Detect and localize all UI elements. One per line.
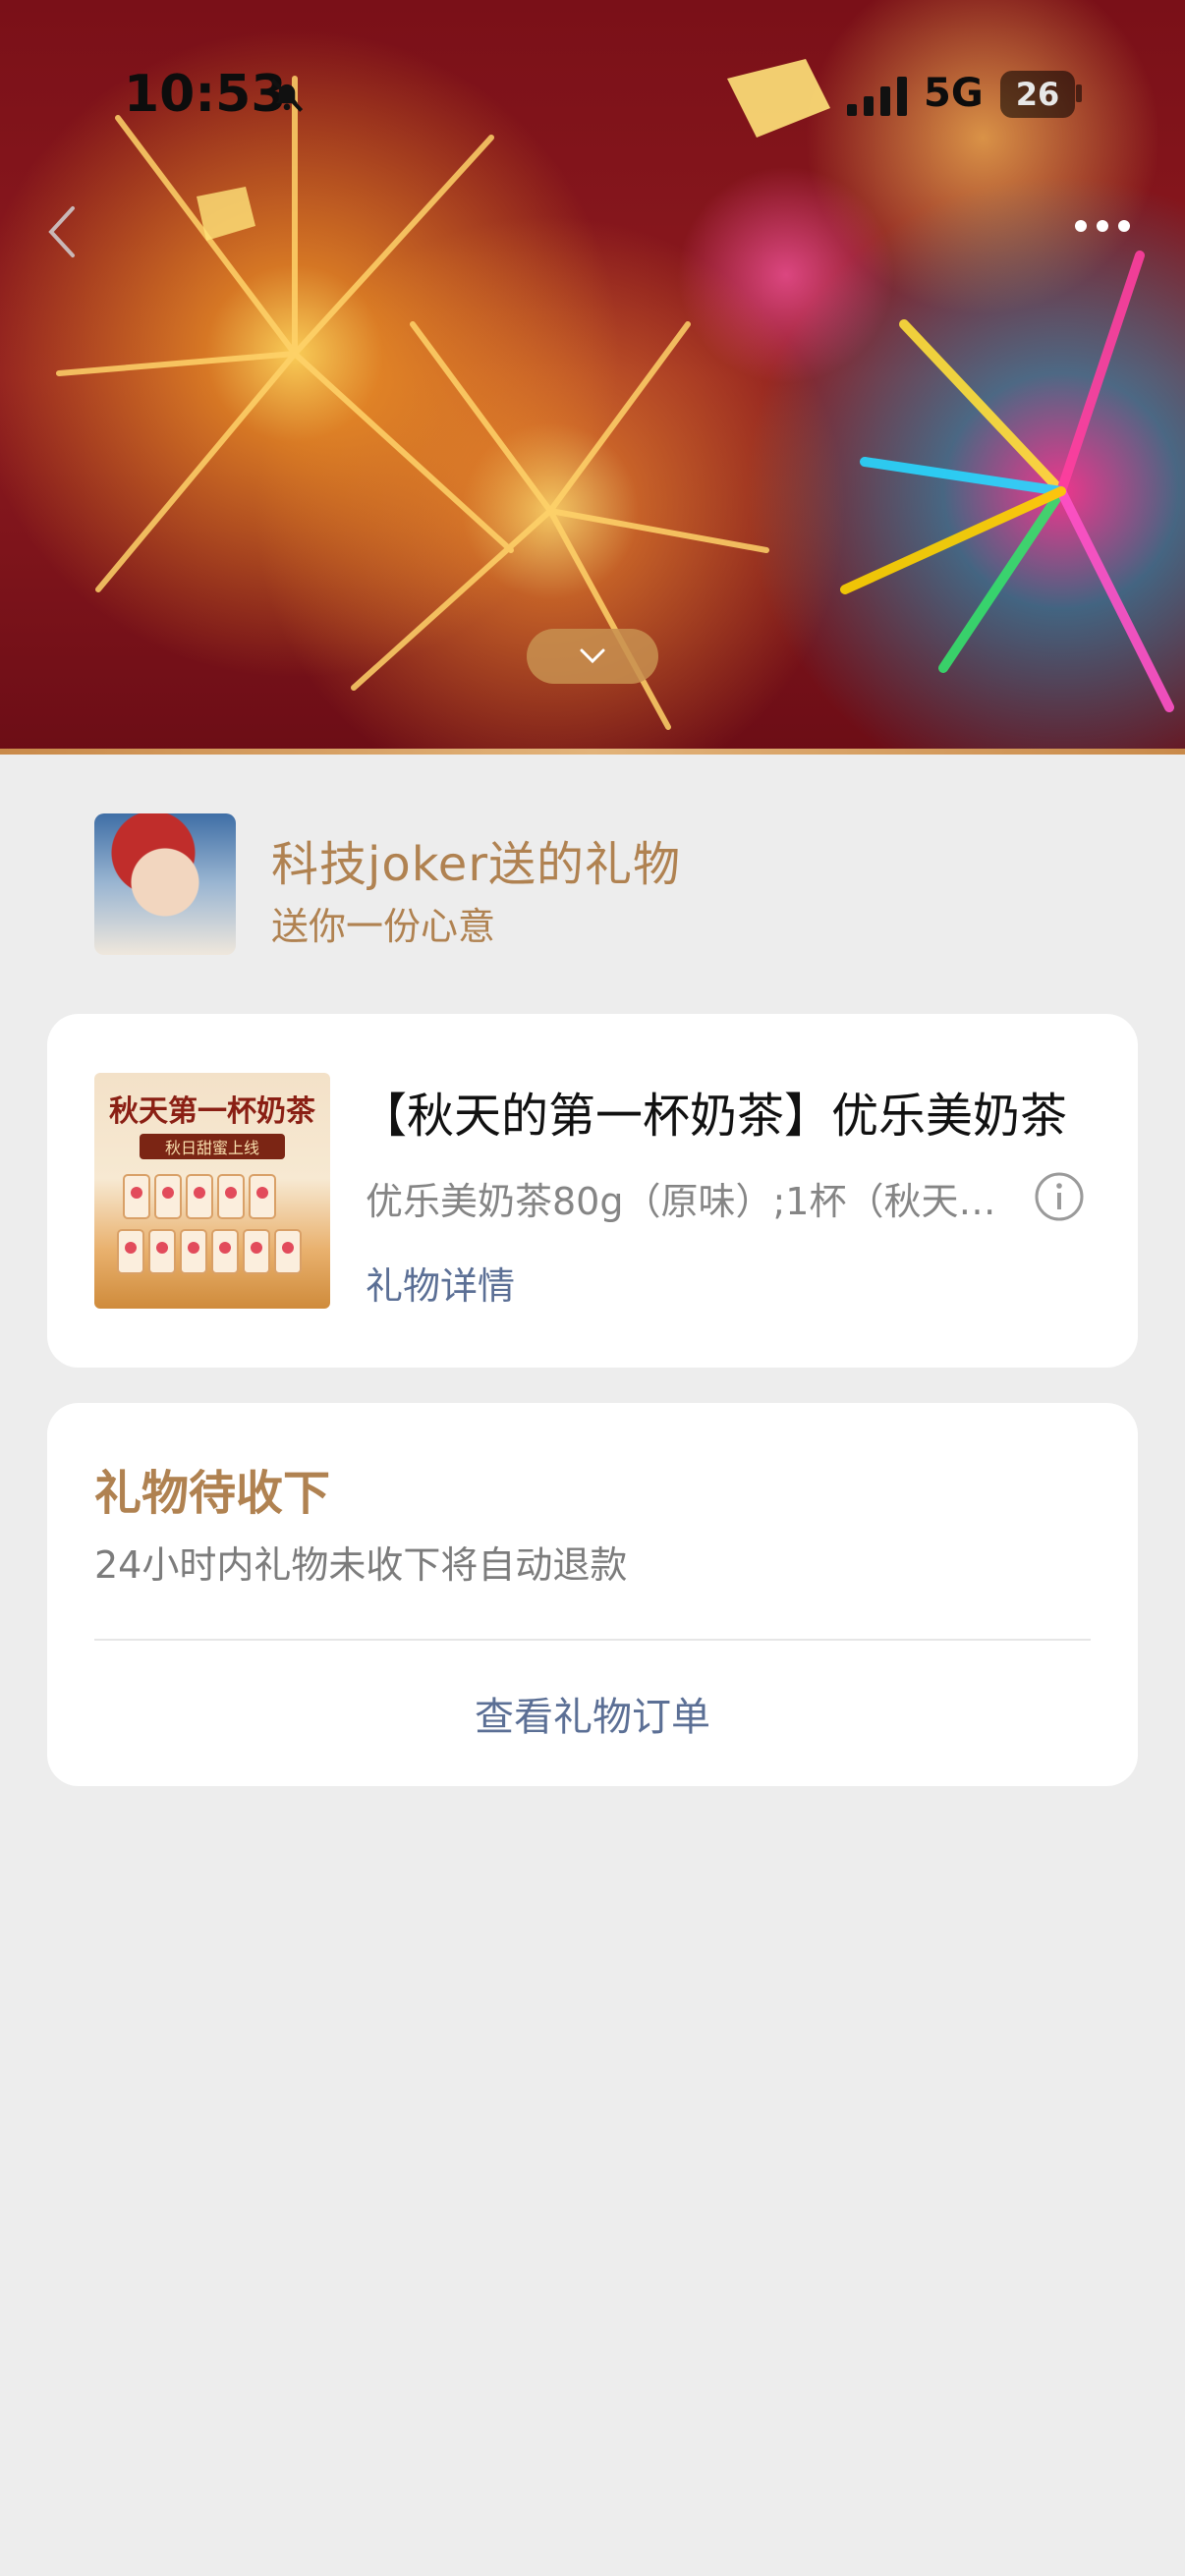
collapse-banner-button[interactable] bbox=[527, 629, 658, 684]
view-gift-order-button[interactable]: 查看礼物订单 bbox=[47, 1641, 1138, 1786]
product-title: 【秋天的第一杯奶茶】优乐美奶茶 bbox=[360, 1089, 1068, 1144]
bell-off-icon bbox=[270, 78, 304, 112]
sender-info: 科技joker送的礼物 送你一份心意 bbox=[94, 813, 1077, 955]
gift-detail-link[interactable]: 礼物详情 bbox=[366, 1256, 515, 1310]
product-image-subbanner: 秋日甜蜜上线 bbox=[140, 1134, 285, 1159]
sender-title: 科技joker送的礼物 bbox=[271, 837, 682, 892]
back-chevron-icon[interactable] bbox=[43, 202, 83, 261]
gift-status-title: 礼物待收下 bbox=[94, 1466, 331, 1521]
battery-indicator: 26 bbox=[1000, 71, 1075, 118]
milk-tea-cups-art bbox=[117, 1174, 302, 1274]
product-card[interactable]: 秋天第一杯奶茶 秋日甜蜜上线 【秋天的第一杯奶茶】优乐美奶茶 优乐美奶茶80g（… bbox=[47, 1014, 1138, 1368]
network-type: 5G bbox=[924, 71, 984, 116]
product-image[interactable]: 秋天第一杯奶茶 秋日甜蜜上线 bbox=[94, 1073, 330, 1309]
product-image-banner: 秋天第一杯奶茶 bbox=[109, 1094, 315, 1129]
status-bar: 10:53 5G 26 bbox=[0, 0, 1185, 196]
info-icon[interactable] bbox=[1034, 1171, 1085, 1222]
more-dots-icon[interactable] bbox=[1071, 206, 1134, 246]
status-time: 10:53 bbox=[124, 65, 287, 124]
signal-icon bbox=[847, 77, 907, 116]
battery-cap bbox=[1076, 84, 1082, 102]
gift-status-card: 礼物待收下 24小时内礼物未收下将自动退款 查看礼物订单 bbox=[47, 1403, 1138, 1786]
chevron-down-icon bbox=[580, 648, 605, 664]
avatar bbox=[94, 813, 236, 955]
sender-subtitle: 送你一份心意 bbox=[271, 905, 496, 948]
fireworks-banner: 10:53 5G 26 bbox=[0, 0, 1185, 755]
gift-status-description: 24小时内礼物未收下将自动退款 bbox=[94, 1543, 628, 1587]
product-spec: 优乐美奶茶80g（原味）;1杯（秋天的第一杯奶茶） bbox=[366, 1180, 1014, 1223]
